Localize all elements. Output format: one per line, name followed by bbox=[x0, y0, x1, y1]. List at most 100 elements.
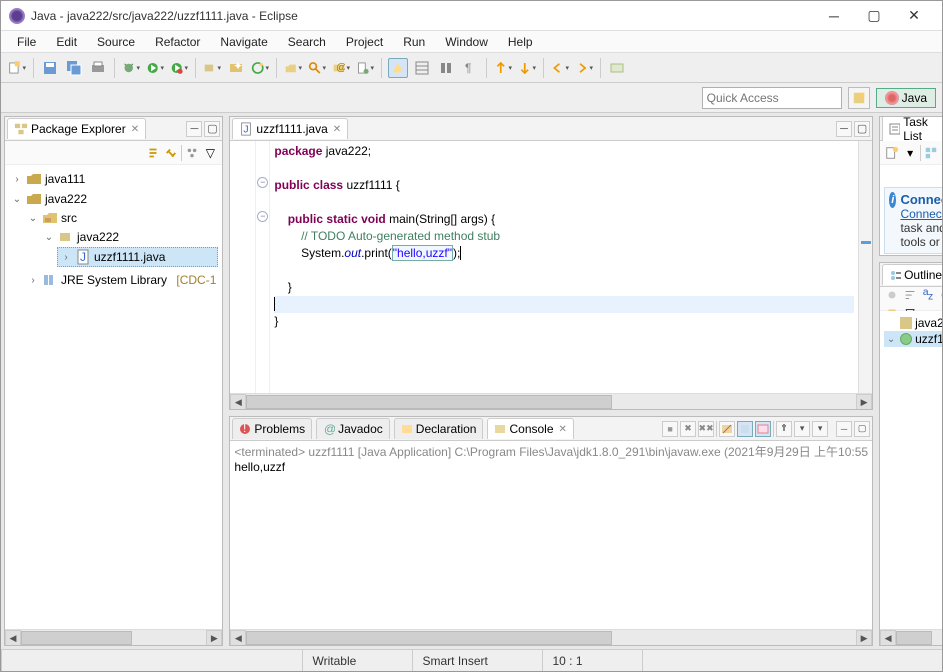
panel-minimize[interactable]: ─ bbox=[186, 121, 202, 137]
collapse-all-icon[interactable] bbox=[145, 145, 161, 161]
task-dropdown-icon[interactable]: ▾ bbox=[902, 145, 918, 161]
new-type-button[interactable] bbox=[250, 58, 270, 78]
code-editor[interactable]: − − package java222; public class uzzf11… bbox=[230, 141, 872, 393]
az-sort-icon[interactable]: az bbox=[920, 287, 936, 303]
collapse-icon[interactable]: ⌄ bbox=[27, 213, 39, 224]
new-class-button[interactable]: ✦ bbox=[226, 58, 246, 78]
connect-link[interactable]: Connect bbox=[900, 207, 942, 221]
prev-ann-button[interactable] bbox=[517, 58, 537, 78]
filter-icon[interactable] bbox=[184, 145, 200, 161]
maximize-button[interactable]: ▢ bbox=[854, 2, 894, 30]
collapse-icon[interactable]: ⌄ bbox=[885, 334, 897, 345]
pin-button[interactable]: ¶ bbox=[460, 58, 480, 78]
scroll-lock-button[interactable] bbox=[737, 421, 753, 437]
quick-access-input[interactable] bbox=[702, 87, 842, 109]
forward-button[interactable] bbox=[574, 58, 594, 78]
new-package-button[interactable] bbox=[202, 58, 222, 78]
display-console-button[interactable]: ▾ bbox=[794, 421, 810, 437]
collapse-icon[interactable]: ⌄ bbox=[43, 232, 55, 243]
collapse-button[interactable] bbox=[607, 58, 627, 78]
editor-hscroll[interactable]: ◀▶ bbox=[230, 393, 872, 409]
outline-package[interactable]: java222 bbox=[884, 315, 942, 331]
open-perspective-button[interactable] bbox=[848, 87, 870, 109]
menu-run[interactable]: Run bbox=[393, 33, 435, 51]
toggle-block-button[interactable] bbox=[412, 58, 432, 78]
menu-source[interactable]: Source bbox=[87, 33, 145, 51]
run-last-button[interactable] bbox=[169, 58, 189, 78]
sort-icon[interactable] bbox=[902, 287, 918, 303]
menu-help[interactable]: Help bbox=[498, 33, 543, 51]
expand-icon[interactable]: › bbox=[11, 174, 23, 185]
fold-marker[interactable]: − bbox=[257, 177, 268, 188]
remove-launch-button[interactable]: ✖ bbox=[680, 421, 696, 437]
editor-tab-uzzf1111[interactable]: J uzzf1111.java ✕ bbox=[232, 118, 348, 139]
save-all-button[interactable] bbox=[64, 58, 84, 78]
console-maximize[interactable]: ▢ bbox=[854, 421, 870, 437]
annotation-button[interactable]: @ bbox=[331, 58, 351, 78]
console-tab[interactable]: Console ✕ bbox=[487, 418, 573, 439]
src-folder[interactable]: ⌄ src bbox=[25, 209, 218, 227]
problems-tab[interactable]: ! Problems bbox=[232, 418, 312, 439]
run-button[interactable] bbox=[145, 58, 165, 78]
console-minimize[interactable]: ─ bbox=[836, 421, 852, 437]
tasklist-menu-icon[interactable]: ▽ bbox=[880, 165, 942, 183]
debug-button[interactable] bbox=[121, 58, 141, 78]
search-button[interactable] bbox=[307, 58, 327, 78]
editor-tab-close[interactable]: ✕ bbox=[333, 124, 341, 135]
code-area[interactable]: package java222; public class uzzf1111 {… bbox=[270, 141, 858, 393]
menu-edit[interactable]: Edit bbox=[46, 33, 87, 51]
next-ann-button[interactable] bbox=[493, 58, 513, 78]
menu-file[interactable]: File bbox=[7, 33, 46, 51]
editor-maximize[interactable]: ▢ bbox=[854, 121, 870, 137]
toggle-highlight-button[interactable] bbox=[388, 58, 408, 78]
new-button[interactable] bbox=[7, 58, 27, 78]
menu-window[interactable]: Window bbox=[435, 33, 498, 51]
remove-all-button[interactable]: ✖✖ bbox=[698, 421, 714, 437]
link-editor-icon[interactable] bbox=[163, 145, 179, 161]
console-body[interactable]: <terminated> uzzf1111 [Java Application]… bbox=[230, 441, 872, 629]
javadoc-tab[interactable]: @ Javadoc bbox=[316, 418, 390, 439]
console-hscroll[interactable]: ◀▶ bbox=[230, 629, 872, 645]
schedule-icon[interactable] bbox=[941, 145, 942, 161]
file-uzzf1111[interactable]: › J uzzf1111.java bbox=[57, 247, 218, 267]
hide-fields-icon[interactable] bbox=[938, 287, 942, 303]
menu-refactor[interactable]: Refactor bbox=[145, 33, 210, 51]
menu-search[interactable]: Search bbox=[278, 33, 336, 51]
panel-maximize[interactable]: ▢ bbox=[204, 121, 220, 137]
overview-ruler[interactable] bbox=[858, 141, 872, 393]
editor-minimize[interactable]: ─ bbox=[836, 121, 852, 137]
save-button[interactable] bbox=[40, 58, 60, 78]
new-task-icon[interactable] bbox=[884, 145, 900, 161]
outline-hscroll[interactable]: ◀▶ bbox=[880, 629, 942, 645]
back-button[interactable] bbox=[550, 58, 570, 78]
word-wrap-button[interactable] bbox=[755, 421, 771, 437]
clear-console-button[interactable] bbox=[719, 421, 735, 437]
jre-library[interactable]: › JRE System Library [CDC-1 bbox=[25, 271, 218, 289]
outline-tab[interactable]: Outline ✕ bbox=[882, 264, 942, 285]
task-button[interactable] bbox=[355, 58, 375, 78]
view-menu-icon[interactable]: ▽ bbox=[202, 145, 218, 161]
fold-marker[interactable]: − bbox=[257, 211, 268, 222]
toggle-whitespace-button[interactable] bbox=[436, 58, 456, 78]
explorer-hscroll[interactable]: ◀▶ bbox=[5, 629, 222, 645]
connect-mylyn-link[interactable]: Connect Mylyn bbox=[900, 192, 942, 207]
menu-project[interactable]: Project bbox=[336, 33, 393, 51]
open-type-button[interactable] bbox=[283, 58, 303, 78]
project-java222[interactable]: ⌄ java222 bbox=[9, 190, 218, 208]
project-java111[interactable]: › java111 bbox=[9, 170, 218, 188]
outline-class[interactable]: ⌄ uzzf1111 bbox=[884, 331, 942, 347]
expand-icon[interactable]: › bbox=[27, 275, 39, 286]
java-perspective-button[interactable]: Java bbox=[876, 88, 936, 108]
package-explorer-tab[interactable]: Package Explorer ✕ bbox=[7, 118, 146, 139]
console-tab-close[interactable]: ✕ bbox=[559, 424, 567, 435]
pin-console-button[interactable] bbox=[776, 421, 792, 437]
terminate-button[interactable]: ■ bbox=[662, 421, 678, 437]
categorize-icon[interactable] bbox=[923, 145, 939, 161]
declaration-tab[interactable]: Declaration bbox=[394, 418, 484, 439]
package-explorer-close[interactable]: ✕ bbox=[131, 124, 139, 135]
open-console-button[interactable]: ▾ bbox=[812, 421, 828, 437]
minimize-button[interactable]: ─ bbox=[814, 2, 854, 30]
expand-icon[interactable]: › bbox=[60, 252, 72, 263]
print-button[interactable] bbox=[88, 58, 108, 78]
menu-navigate[interactable]: Navigate bbox=[210, 33, 277, 51]
